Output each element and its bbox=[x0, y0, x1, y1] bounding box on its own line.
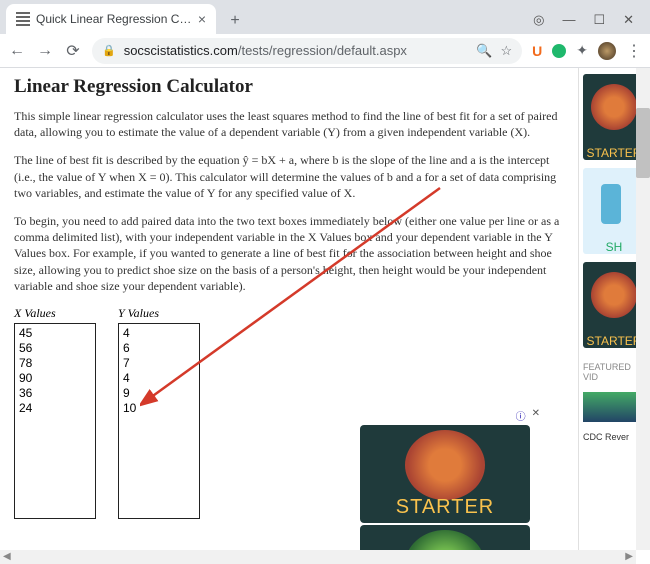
sidebar-ad-text: STARTER bbox=[587, 334, 642, 348]
maximize-button[interactable]: ☐ bbox=[593, 12, 605, 28]
forward-button[interactable]: → bbox=[36, 42, 54, 60]
inline-ad-block: ⓘ ✕ STARTER CREATOR bbox=[360, 408, 540, 564]
ubersuggest-extension-icon[interactable]: U bbox=[532, 43, 542, 59]
ad-starter-text: STARTER bbox=[396, 496, 495, 519]
page-title: Linear Regression Calculator bbox=[14, 76, 568, 98]
scrollbar-thumb[interactable] bbox=[636, 108, 650, 178]
ad-info-icon[interactable]: ⓘ bbox=[516, 408, 526, 423]
x-values-input[interactable] bbox=[14, 323, 96, 519]
vertical-scrollbar[interactable] bbox=[636, 68, 650, 550]
horizontal-scrollbar[interactable]: ◀ ▶ bbox=[0, 550, 636, 564]
browser-toolbar: ← → ⟳ 🔒 socscistatistics.com/tests/regre… bbox=[0, 34, 650, 68]
main-content: Linear Regression Calculator This simple… bbox=[0, 68, 578, 564]
tiger-mascot-icon bbox=[591, 272, 637, 318]
sidebar-ad-text: SH bbox=[606, 240, 623, 254]
scroll-right-icon[interactable]: ▶ bbox=[625, 551, 633, 562]
intro-paragraph-2: The line of best fit is described by the… bbox=[14, 152, 568, 201]
x-values-label: X Values bbox=[14, 306, 96, 321]
lock-icon: 🔒 bbox=[102, 44, 116, 57]
search-in-page-icon[interactable]: 🔍 bbox=[476, 43, 492, 59]
bookmark-icon[interactable]: ☆ bbox=[500, 43, 512, 59]
ad-close-icon[interactable]: ✕ bbox=[532, 408, 540, 423]
tiger-mascot-icon bbox=[405, 430, 485, 500]
ad-starter[interactable]: STARTER bbox=[360, 425, 530, 523]
tiger-mascot-icon bbox=[591, 84, 637, 130]
adchoices-row: ⓘ ✕ bbox=[360, 408, 540, 423]
chrome-menu-icon[interactable]: ⋮ bbox=[626, 41, 642, 61]
reload-button[interactable]: ⟳ bbox=[64, 41, 82, 61]
back-button[interactable]: ← bbox=[8, 42, 26, 60]
favicon-icon bbox=[16, 12, 30, 26]
new-tab-button[interactable]: + bbox=[222, 8, 248, 34]
page-viewport: Linear Regression Calculator This simple… bbox=[0, 68, 650, 564]
y-values-input[interactable] bbox=[118, 323, 200, 519]
minimize-button[interactable]: — bbox=[562, 12, 575, 28]
x-values-column: X Values bbox=[14, 306, 96, 519]
browser-tab-active[interactable]: Quick Linear Regression Calculat × bbox=[6, 4, 216, 34]
scroll-left-icon[interactable]: ◀ bbox=[3, 551, 11, 562]
sidebar-ad-text: STARTER bbox=[587, 146, 642, 160]
extensions-area: U ✦ ⋮ bbox=[532, 41, 642, 61]
extensions-icon[interactable]: ✦ bbox=[576, 42, 588, 59]
window-controls: ◎ — ☐ ✕ bbox=[533, 12, 650, 34]
y-values-column: Y Values bbox=[118, 306, 200, 519]
browser-titlebar: Quick Linear Regression Calculat × + ◎ —… bbox=[0, 0, 650, 34]
profile-avatar[interactable] bbox=[598, 42, 616, 60]
blue-figure-icon bbox=[601, 184, 621, 224]
close-window-button[interactable]: ✕ bbox=[623, 12, 634, 28]
address-bar[interactable]: 🔒 socscistatistics.com/tests/regression/… bbox=[92, 38, 522, 64]
intro-paragraph-1: This simple linear regression calculator… bbox=[14, 108, 568, 140]
account-icon[interactable]: ◎ bbox=[533, 12, 544, 28]
url-text: socscistatistics.com/tests/regression/de… bbox=[124, 43, 469, 58]
intro-paragraph-3: To begin, you need to add paired data in… bbox=[14, 213, 568, 294]
y-values-label: Y Values bbox=[118, 306, 200, 321]
tab-title: Quick Linear Regression Calculat bbox=[36, 12, 192, 26]
tab-close-icon[interactable]: × bbox=[198, 11, 206, 27]
grammarly-extension-icon[interactable] bbox=[552, 44, 566, 58]
